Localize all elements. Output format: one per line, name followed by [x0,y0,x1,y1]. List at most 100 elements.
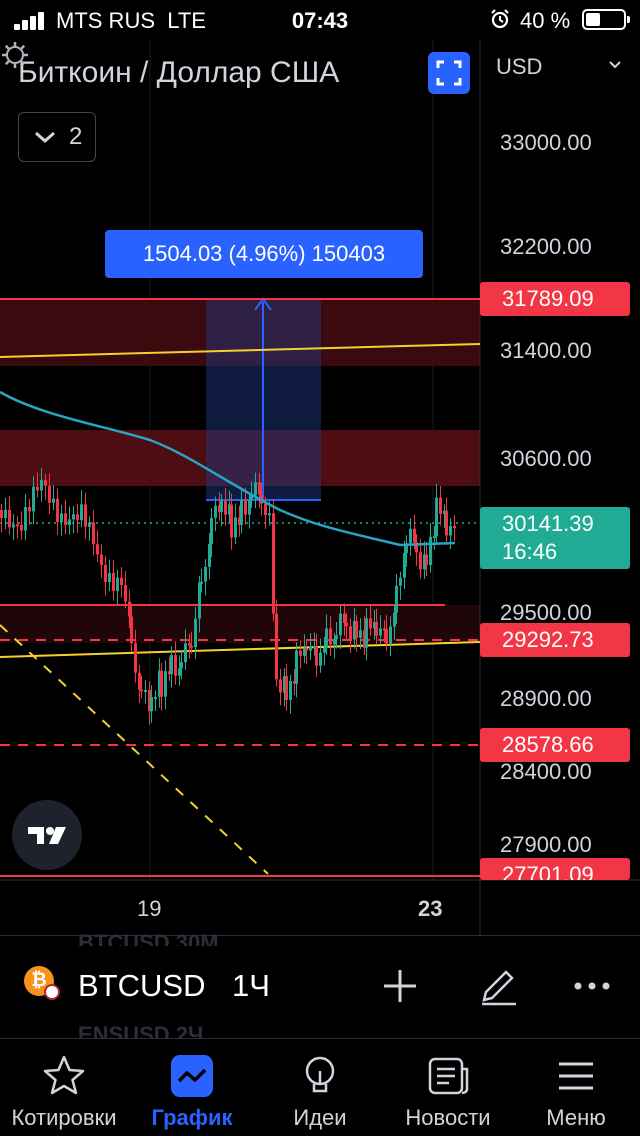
chart-canvas[interactable] [0,40,640,935]
lightbulb-icon [305,1056,335,1093]
candle-body [52,498,55,503]
candle-body [160,670,163,697]
tab-label: Идеи [293,1105,347,1130]
candle-body [435,497,438,537]
plus-icon[interactable] [378,964,422,1008]
candle-body [359,630,362,638]
tab-ideas[interactable]: Идеи [256,1039,384,1136]
battery-percent: 40 % [520,8,571,33]
candle-body [389,626,392,644]
time-tick: 23 [418,896,443,921]
candle-body [220,500,223,513]
candle-body [375,621,378,636]
chevron-down-icon [35,131,55,144]
time-tick: 19 [137,896,162,921]
battery-icon [582,9,630,30]
candle-body [264,503,267,516]
candle-body [200,581,203,584]
candle-body [56,498,59,523]
candle-body [319,652,322,666]
symbol-ticker[interactable]: BTCUSD [78,968,205,1004]
candle-body [92,522,95,545]
candle-body [76,514,79,521]
candle-body [453,525,456,529]
candle-body [174,655,177,676]
price-label-bottom: 27701.09 [480,858,630,880]
candle-body [385,629,388,644]
symbol-title[interactable]: Биткоин / Доллар США [18,56,339,90]
tab-quotes[interactable]: Котировки [0,1039,128,1136]
trend-line-lower [0,641,481,658]
candle-body [433,536,436,539]
price-label-upper: 31789.09 [480,282,630,316]
candle-body [130,616,133,644]
alarm-icon [491,9,509,29]
candle-body [178,668,181,676]
tab-menu[interactable]: Меню [512,1039,640,1136]
candle-body [419,552,422,570]
candle-body [289,681,292,700]
support-zone [0,605,480,643]
candle-body [188,643,191,646]
pencil-icon[interactable] [476,964,520,1008]
candle-body [439,497,442,515]
candle-body [325,628,328,648]
tab-label: Котировки [11,1105,117,1130]
candle-body [88,522,91,527]
candle-body [379,628,382,636]
star-icon [43,1055,85,1095]
candle-body [409,528,412,544]
tab-label: Меню [546,1105,606,1130]
candle-body [234,517,237,538]
indicators-toggle[interactable]: 2 [18,112,96,162]
candle-body [100,554,103,565]
more-icon[interactable] [570,964,614,1008]
candle-body [305,648,308,651]
candle-body [96,544,99,555]
tradingview-logo-mark [28,827,66,844]
candle-body [32,486,35,512]
price-tick: 28900.00 [500,686,592,711]
candle-body [345,622,348,627]
tab-chart[interactable]: График [128,1039,256,1136]
price-tick: 33000.00 [500,130,592,155]
tradingview-logo[interactable] [12,800,82,870]
candle-body [0,510,3,518]
candle-body [144,689,147,692]
measure-tooltip: 1504.03 (4.96%) 150403 [105,230,423,278]
candle-body [210,517,213,545]
candle-body [4,509,7,518]
candle-body [8,509,11,528]
candle-body [128,601,131,617]
candle-body [349,626,352,640]
candle-body [154,696,157,699]
price-tick: 31400.00 [500,338,592,363]
candle-body [180,662,183,669]
candle-body [275,613,278,680]
candle-body [190,645,193,648]
currency-select[interactable]: USD [496,54,621,80]
candle-body [134,643,137,673]
candle-body [365,618,368,648]
gear-icon[interactable] [0,40,30,70]
candle-body [254,482,257,496]
interval-selector[interactable]: 1Ч [232,968,270,1004]
fullscreen-button[interactable] [428,52,470,94]
candle-body [248,499,251,515]
price-tick: 32200.00 [500,234,592,259]
price-chart[interactable]: Биткоин / Доллар США 2 USD 1504.03 (4.96… [0,40,640,935]
candle-body [184,643,187,663]
bar-countdown: 16:46 [502,539,558,564]
candle-body [208,544,211,567]
candle-body [335,635,338,640]
candle-body [299,650,302,656]
candle-body [44,479,47,486]
candle-body [240,500,243,525]
candle-body [399,577,402,586]
candle-body [230,504,233,538]
candle-body [315,645,318,666]
tab-news[interactable]: Новости [384,1039,512,1136]
candle-body [84,504,87,527]
price-tick: 30600.00 [500,446,592,471]
candle-body [285,675,288,700]
